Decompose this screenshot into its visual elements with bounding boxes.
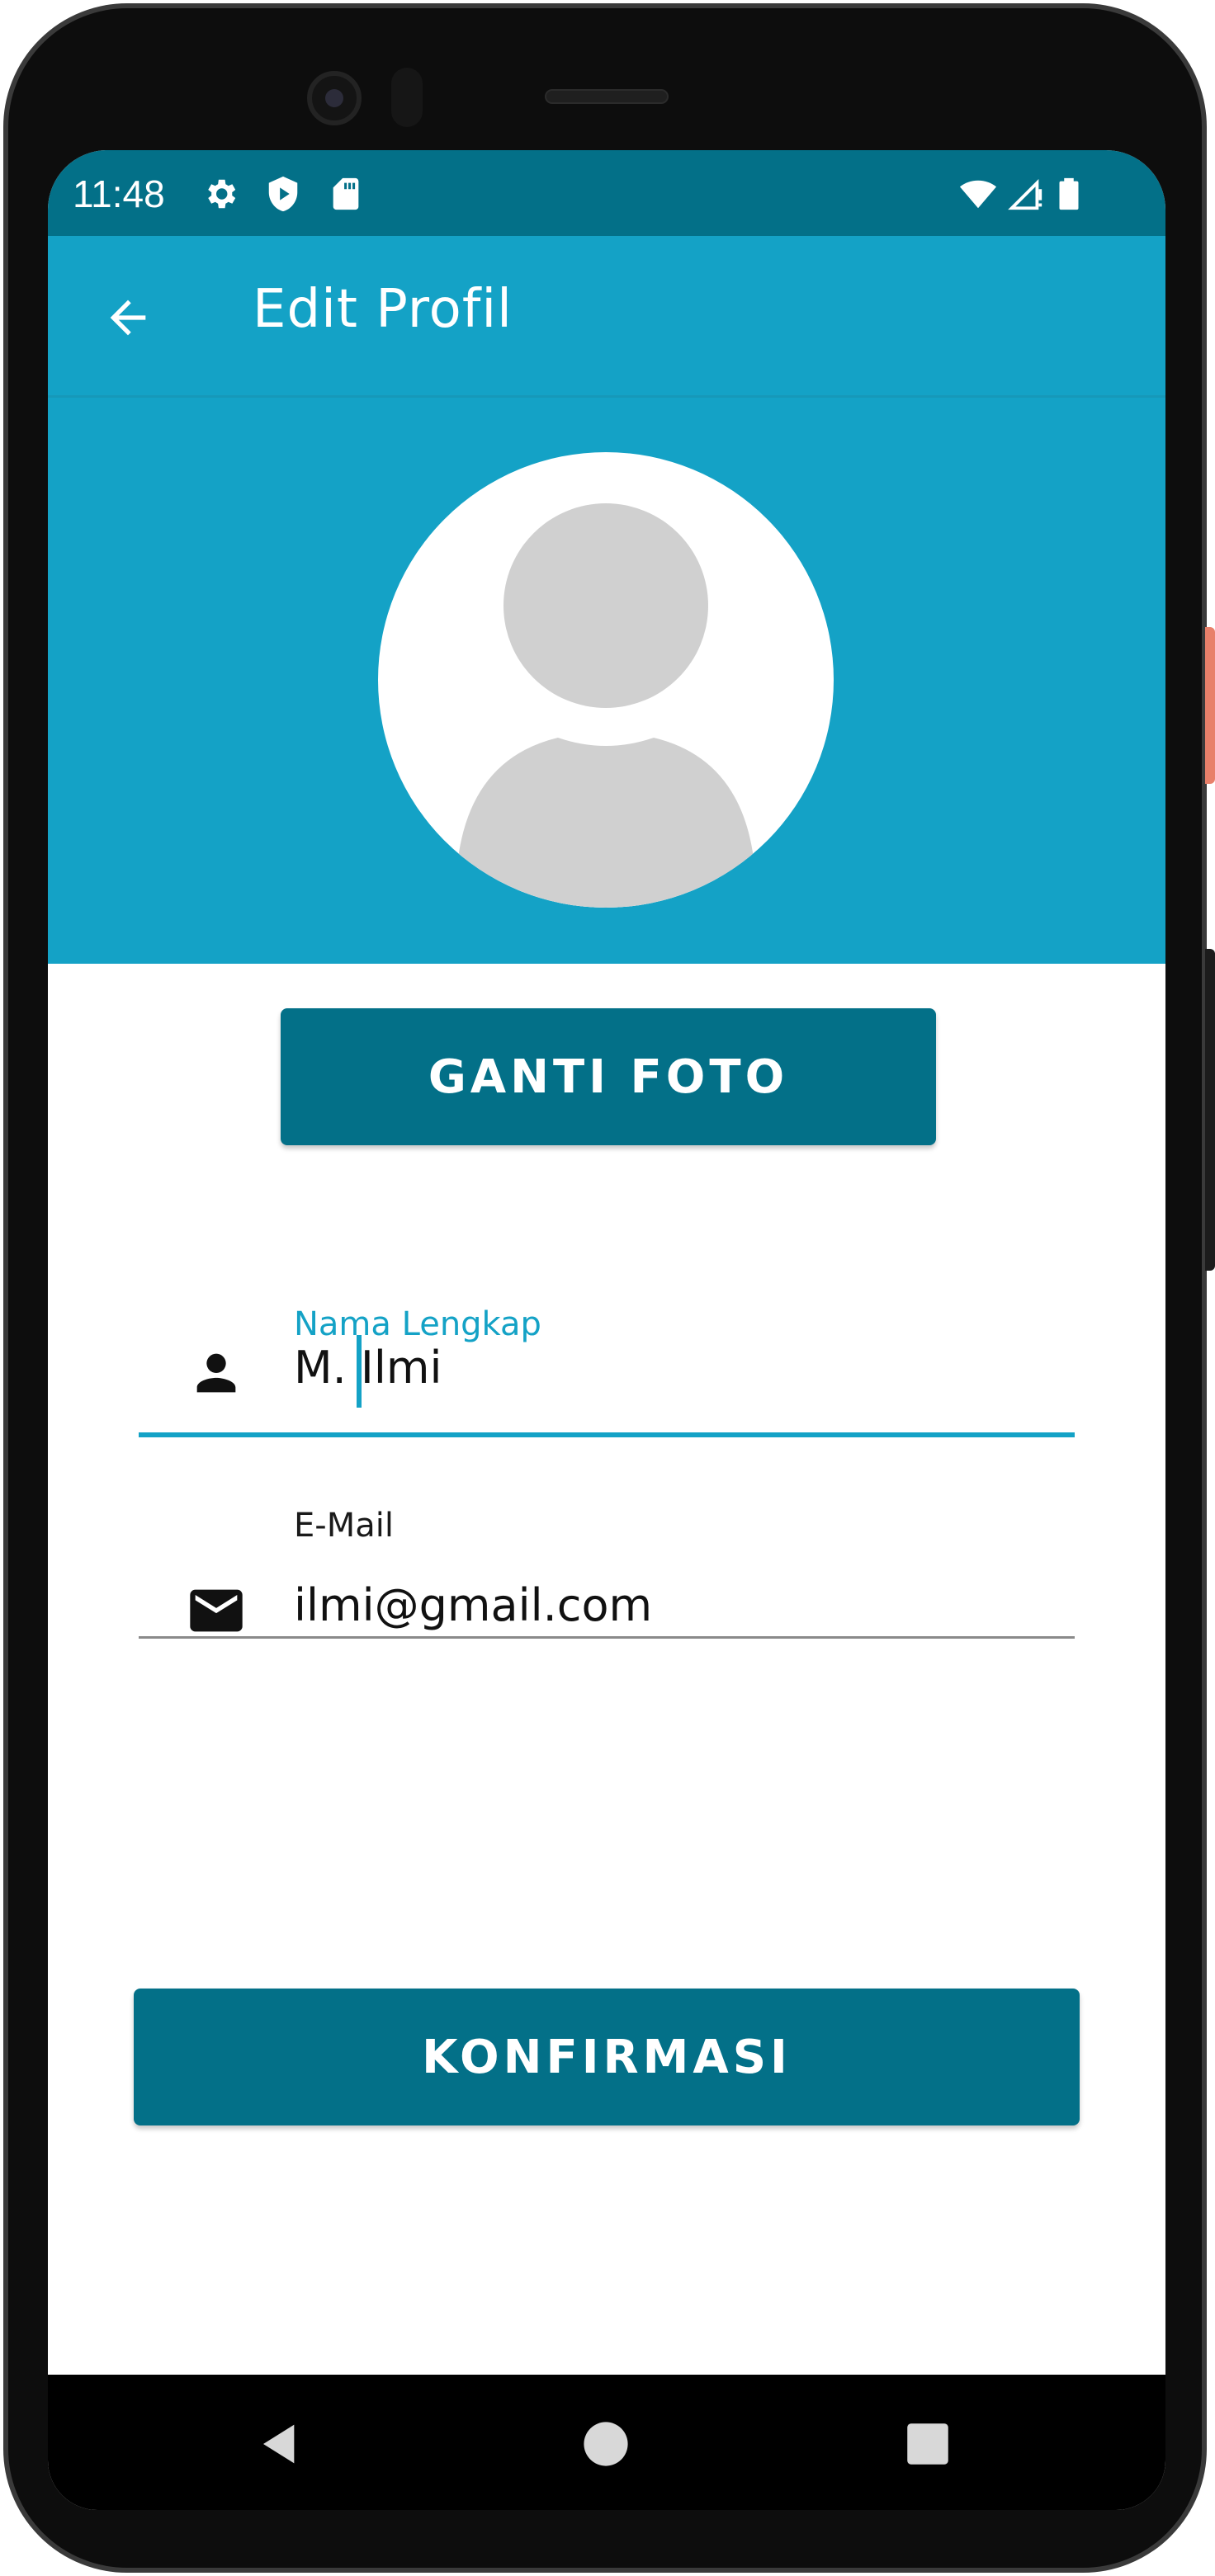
back-triangle-icon	[263, 2424, 295, 2464]
sd-card-icon	[333, 177, 359, 210]
email-input[interactable]: ilmi@gmail.com	[294, 1579, 652, 1631]
earpiece-speaker	[545, 89, 669, 104]
profile-header	[48, 398, 1165, 964]
back-button[interactable]	[97, 287, 158, 348]
nav-recents-button[interactable]	[901, 2418, 954, 2470]
confirm-button[interactable]: KONFIRMASI	[134, 1989, 1080, 2125]
status-time: 11:48	[73, 172, 165, 215]
text-cursor	[357, 1335, 362, 1408]
full-name-label: Nama Lengkap	[294, 1305, 541, 1343]
navigation-bar	[48, 2375, 1165, 2510]
email-label: E-Mail	[294, 1507, 394, 1545]
status-bar: 11:48	[48, 150, 1165, 236]
phone-frame: 11:48 Edit Profil GANTI FOTO Nama Lengka…	[0, 0, 1215, 2576]
email-field[interactable]: E-Mail ilmi@gmail.com	[139, 1507, 1075, 1639]
mail-icon	[185, 1579, 248, 1642]
page-title: Edit Profil	[253, 279, 513, 340]
signal-icon	[1008, 178, 1042, 210]
profile-avatar[interactable]	[378, 452, 834, 908]
full-name-input[interactable]: M. Ilmi	[294, 1342, 442, 1394]
front-camera	[307, 71, 362, 125]
recents-square-icon	[907, 2423, 948, 2465]
nav-back-button[interactable]	[254, 2418, 307, 2470]
proximity-sensor	[391, 68, 423, 127]
person-icon	[185, 1342, 248, 1404]
screen: 11:48 Edit Profil GANTI FOTO Nama Lengka…	[48, 150, 1165, 2510]
default-person-avatar-icon	[457, 503, 754, 908]
change-photo-button[interactable]: GANTI FOTO	[281, 1008, 936, 1145]
shield-play-icon	[268, 176, 298, 212]
power-button	[1205, 627, 1215, 784]
nav-home-button[interactable]	[579, 2418, 632, 2470]
gear-icon	[208, 179, 236, 209]
app-bar: Edit Profil	[48, 236, 1165, 398]
home-circle-icon	[584, 2422, 628, 2466]
volume-button	[1205, 949, 1215, 1271]
battery-icon	[1059, 177, 1079, 210]
arrow-left-icon	[110, 300, 146, 336]
wifi-icon	[959, 180, 997, 209]
full-name-field[interactable]: Nama Lengkap M. Ilmi	[139, 1305, 1075, 1437]
